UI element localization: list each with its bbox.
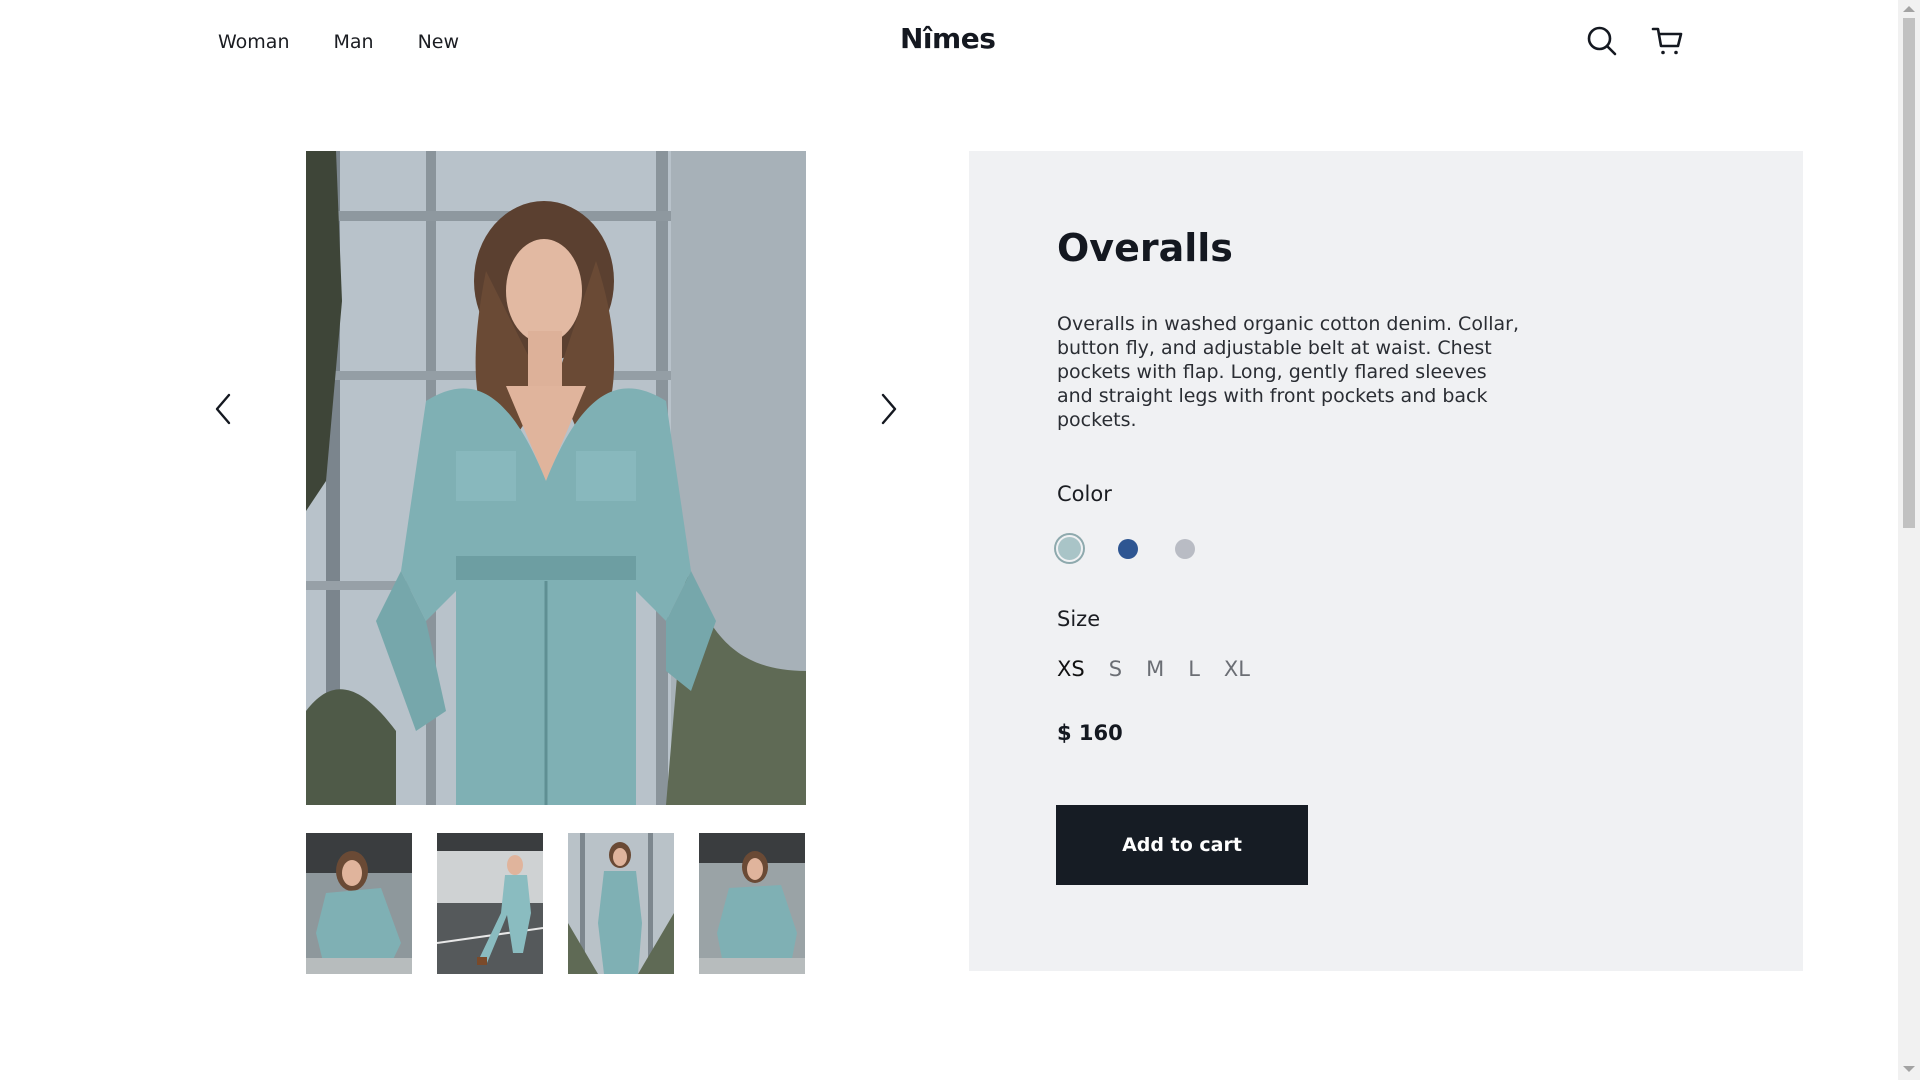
site-header: Woman Man New Nîmes (0, 0, 1898, 90)
nav-man[interactable]: Man (334, 31, 374, 53)
size-label: Size (1057, 607, 1101, 631)
size-options: XS S M L XL (1057, 657, 1274, 681)
thumbnail-3[interactable] (568, 833, 674, 974)
search-icon[interactable] (1585, 24, 1619, 58)
add-to-cart-button[interactable]: Add to cart (1056, 805, 1308, 885)
chevron-right-icon[interactable] (872, 392, 904, 426)
product-details-panel: Overalls Overalls in washed organic cott… (969, 151, 1803, 971)
nav-new[interactable]: New (418, 31, 459, 53)
thumbnail-1[interactable] (306, 833, 412, 974)
scroll-up-icon[interactable] (1903, 6, 1915, 12)
size-m[interactable]: M (1146, 657, 1164, 681)
thumbnail-4[interactable] (699, 833, 805, 974)
scroll-down-icon[interactable] (1903, 1066, 1915, 1072)
cart-icon[interactable] (1651, 24, 1685, 58)
color-swatch-grey[interactable] (1175, 539, 1195, 559)
product-price: $ 160 (1057, 721, 1123, 745)
page-scrollbar[interactable] (1898, 0, 1920, 1080)
size-s[interactable]: S (1109, 657, 1122, 681)
product-main-image (306, 151, 806, 805)
brand-logo[interactable]: Nîmes (900, 22, 996, 55)
color-label: Color (1057, 482, 1112, 506)
thumbnail-2[interactable] (437, 833, 543, 974)
product-description: Overalls in washed organic cotton denim.… (1057, 313, 1520, 431)
chevron-left-icon[interactable] (208, 392, 240, 426)
scrollbar-thumb[interactable] (1903, 18, 1915, 528)
color-swatch-navy[interactable] (1118, 539, 1138, 559)
size-l[interactable]: L (1188, 657, 1200, 681)
product-title: Overalls (1057, 226, 1233, 270)
size-xl[interactable]: XL (1224, 657, 1250, 681)
main-nav: Woman Man New (218, 31, 459, 53)
size-xs[interactable]: XS (1057, 657, 1085, 681)
nav-woman[interactable]: Woman (218, 31, 290, 53)
color-swatch-aqua[interactable] (1056, 535, 1083, 562)
